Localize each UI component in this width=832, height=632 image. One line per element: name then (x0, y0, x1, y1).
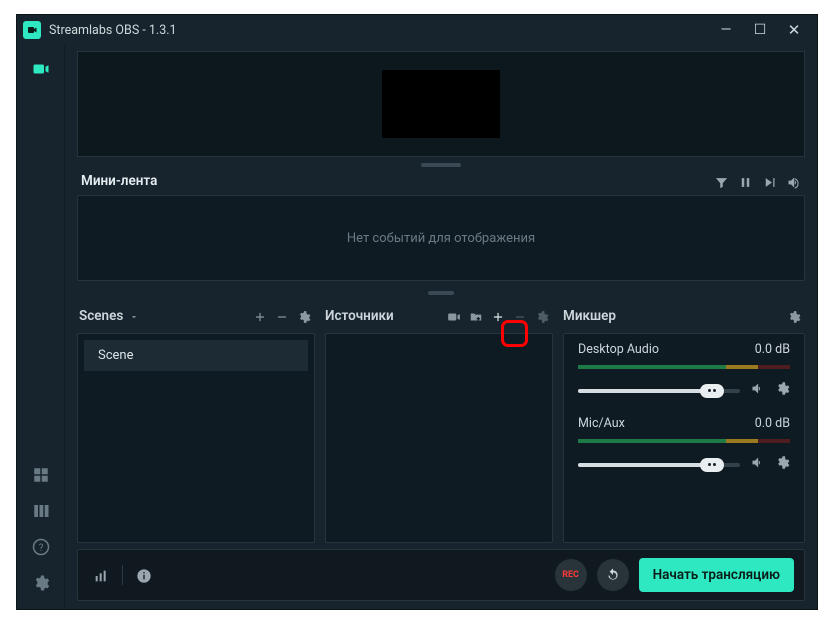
separator (122, 565, 123, 585)
scene-settings-icon[interactable] (293, 307, 315, 326)
mixer-track: Mic/Aux 0.0 dB (578, 416, 790, 474)
mixer-title: Микшер (563, 308, 616, 324)
add-webcam-icon[interactable] (443, 307, 465, 326)
scenes-title: Scenes (79, 308, 123, 324)
mini-feed: Мини-лента Нет событий для отображения (77, 167, 805, 281)
sources-title: Источники (325, 308, 394, 324)
volume-slider[interactable] (578, 463, 740, 467)
preview-area[interactable] (77, 51, 805, 157)
mixer-panel: Микшер Desktop Audio 0.0 dB (563, 303, 805, 543)
window-title: Streamlabs OBS - 1.3.1 (49, 23, 709, 38)
sources-panel: Источники (325, 303, 553, 543)
audio-meter (578, 365, 790, 369)
filter-icon[interactable] (709, 172, 733, 191)
scene-item[interactable]: Scene (84, 340, 308, 371)
app-window: Streamlabs OBS - 1.3.1 — ☐ ✕ ? Мини-лент… (16, 14, 818, 610)
volume-icon[interactable] (781, 172, 805, 191)
bottom-bar: REC Начать трансляцию (77, 549, 805, 601)
add-folder-icon[interactable] (465, 307, 487, 326)
maximize-button[interactable]: ☐ (743, 15, 777, 45)
main-area: Мини-лента Нет событий для отображения S… (65, 45, 817, 609)
app-logo (23, 21, 41, 39)
info-icon[interactable] (131, 566, 157, 585)
titlebar: Streamlabs OBS - 1.3.1 — ☐ ✕ (17, 15, 817, 45)
resize-grip-icon[interactable] (428, 291, 454, 295)
source-settings-icon[interactable] (531, 307, 553, 326)
replay-button[interactable] (597, 559, 629, 591)
remove-scene-icon[interactable] (271, 307, 293, 326)
audio-meter (578, 439, 790, 443)
feed-empty-text: Нет событий для отображения (77, 195, 805, 281)
feed-title: Мини-лента (77, 173, 709, 189)
remove-source-icon[interactable] (509, 307, 531, 326)
stats-icon[interactable] (88, 566, 114, 585)
add-scene-icon[interactable] (249, 307, 271, 326)
scenes-panel: Scenes Scene (77, 303, 315, 543)
close-button[interactable]: ✕ (777, 15, 811, 45)
track-level: 0.0 dB (755, 416, 790, 431)
scenes-dropdown-icon[interactable] (123, 307, 145, 326)
svg-text:?: ? (38, 543, 43, 554)
track-settings-icon[interactable] (775, 455, 790, 474)
record-button[interactable]: REC (555, 559, 587, 591)
dashboard-icon[interactable] (17, 457, 65, 493)
go-live-button[interactable]: Начать трансляцию (639, 558, 794, 592)
track-name: Mic/Aux (578, 416, 755, 431)
sidebar: ? (17, 45, 65, 609)
speaker-icon[interactable] (750, 455, 765, 474)
volume-slider[interactable] (578, 389, 740, 393)
settings-icon[interactable] (17, 565, 65, 601)
mixer-settings-icon[interactable] (783, 307, 805, 326)
editor-tab-icon[interactable] (17, 51, 65, 87)
layout-icon[interactable] (17, 493, 65, 529)
mixer-track: Desktop Audio 0.0 dB (578, 342, 790, 400)
speaker-icon[interactable] (750, 381, 765, 400)
minimize-button[interactable]: — (709, 15, 743, 45)
pause-icon[interactable] (733, 172, 757, 191)
skip-icon[interactable] (757, 172, 781, 191)
track-level: 0.0 dB (755, 342, 790, 357)
preview-canvas (382, 70, 500, 138)
help-icon[interactable]: ? (17, 529, 65, 565)
track-settings-icon[interactable] (775, 381, 790, 400)
track-name: Desktop Audio (578, 342, 755, 357)
add-source-icon[interactable] (487, 307, 509, 326)
